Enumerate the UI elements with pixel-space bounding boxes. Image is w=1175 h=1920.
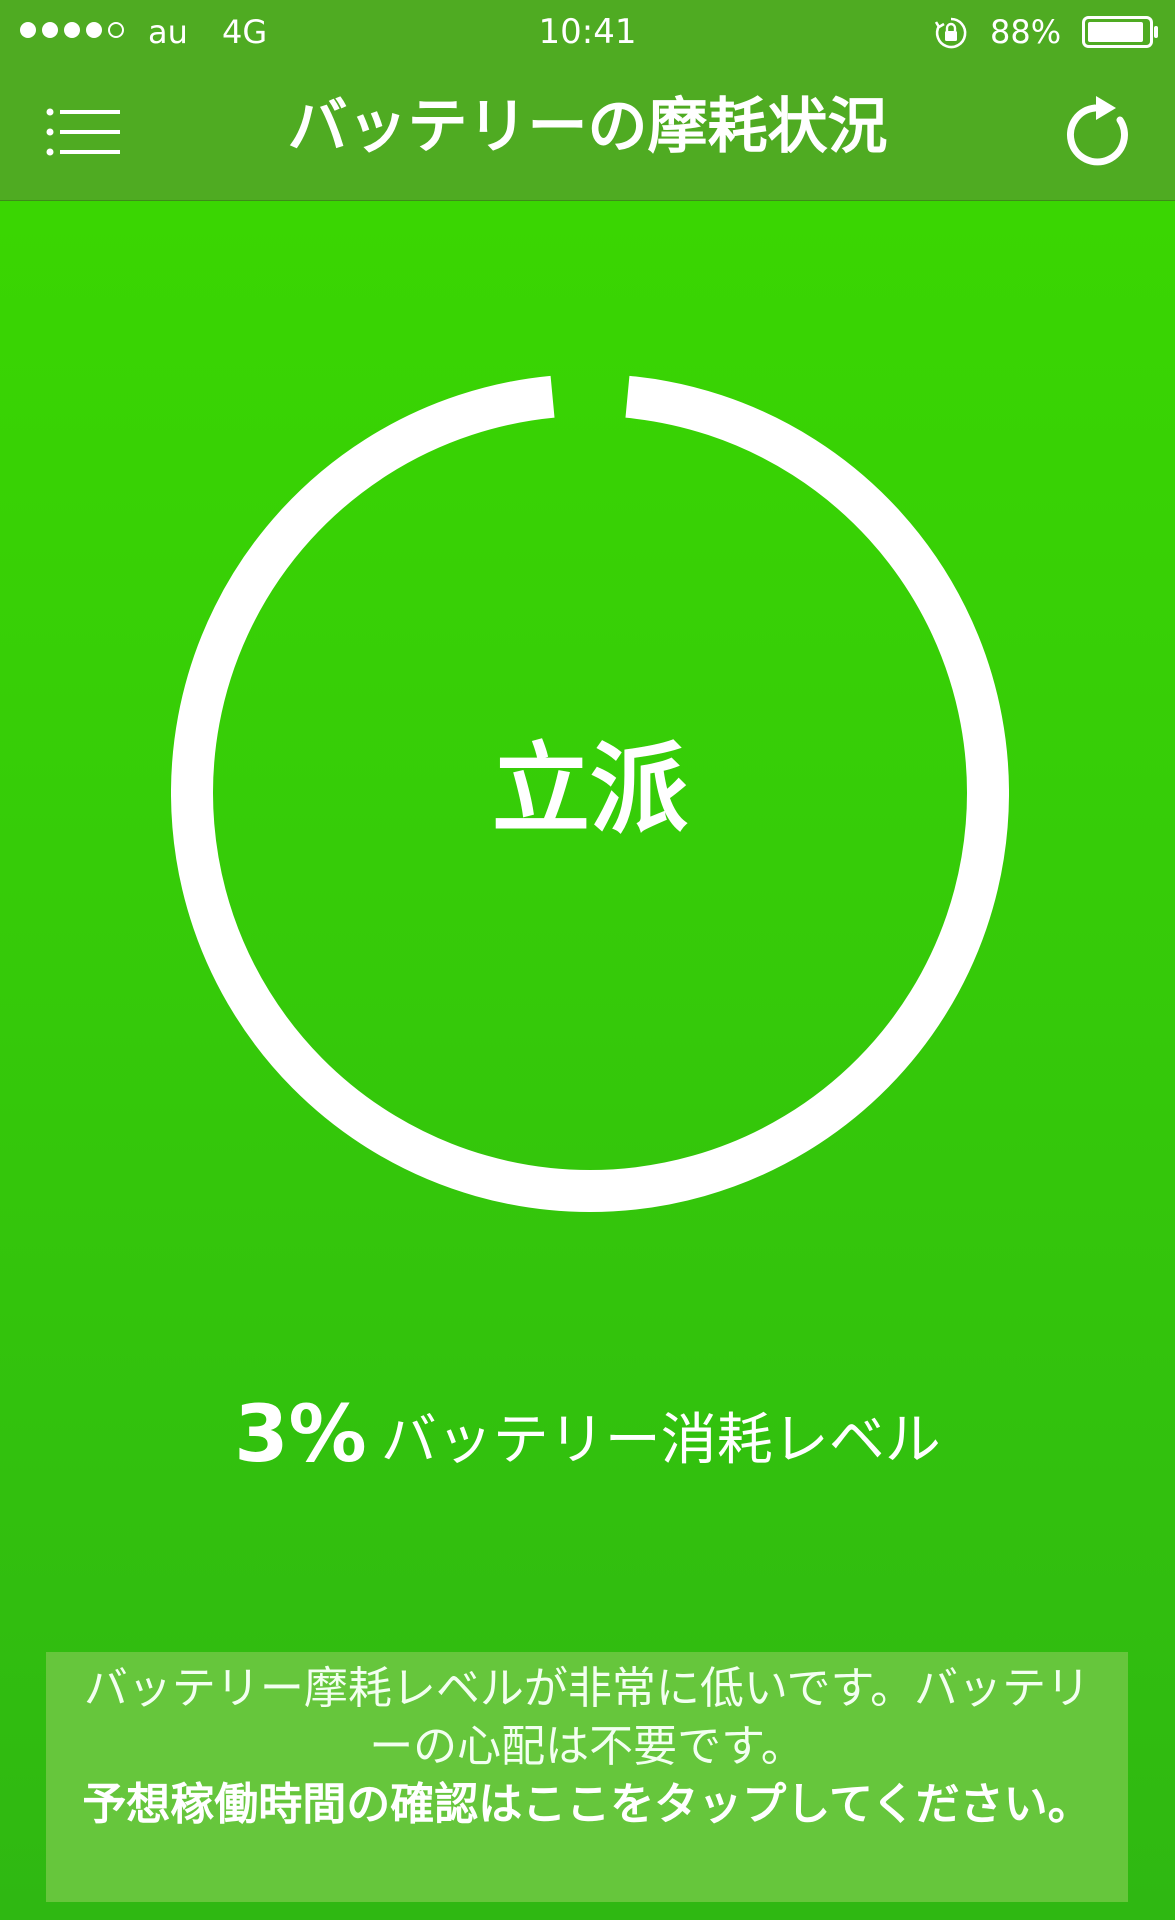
battery-icon <box>1082 16 1158 48</box>
refresh-icon[interactable] <box>1062 92 1136 172</box>
page-title: バッテリーの摩耗状況 <box>287 92 888 162</box>
runtime-link[interactable]: 予想稼働時間の確認はここをタップしてください。 <box>66 1776 1108 1834</box>
wear-level-value: 3% <box>234 1390 367 1480</box>
battery-condition-label: 立派 <box>491 733 688 847</box>
wear-level-label: バッテリー消耗レベル <box>380 1407 941 1473</box>
navigation-bar: バッテリーの摩耗状況 <box>0 62 1175 201</box>
runtime-info-button[interactable]: バッテリー摩耗レベルが非常に低いです。バッテリーの心配は不要です。 予想稼働時間… <box>46 1652 1128 1902</box>
orientation-lock-icon <box>934 17 967 49</box>
battery-percentage: 88% <box>990 13 1062 51</box>
status-bar: au 4G 10:41 88% <box>0 0 1175 62</box>
wear-level-line: 3% バッテリー消耗レベル <box>0 1390 1175 1480</box>
wear-message: バッテリー摩耗レベルが非常に低いです。バッテリーの心配は不要です。 <box>83 1663 1091 1772</box>
